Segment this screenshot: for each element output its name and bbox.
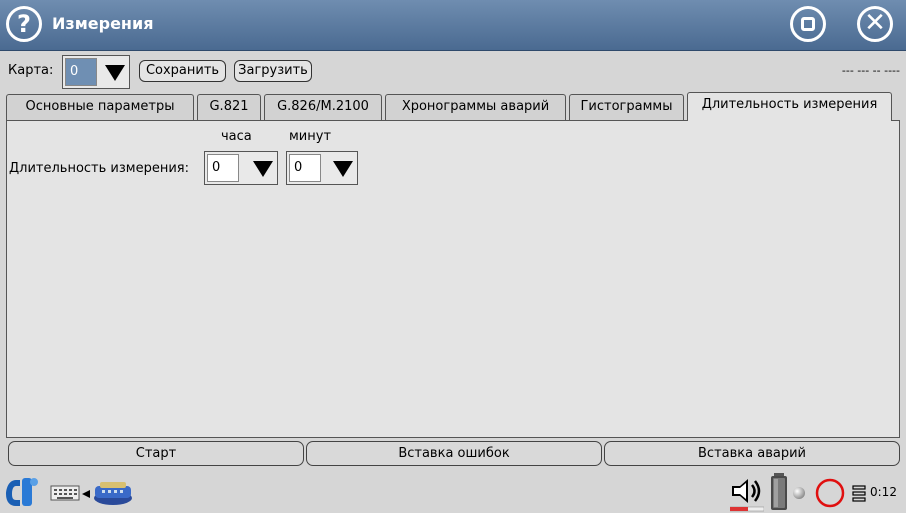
tab-g826[interactable]: G.826/M.2100: [264, 94, 382, 120]
taskbar: 0:12: [0, 470, 906, 513]
save-button[interactable]: Сохранить: [139, 60, 226, 82]
load-button[interactable]: Загрузить: [234, 60, 312, 82]
led-indicator-icon: [793, 487, 805, 499]
measurements-window: ? Измерения ✕ Карта: 0 Сохранить Загрузи…: [0, 0, 906, 513]
tab-panel: часа минут Длительность измерения: 0 0: [6, 120, 900, 438]
tab-measurement-duration[interactable]: Длительность измерения: [687, 92, 892, 121]
chevron-down-icon: [105, 65, 125, 81]
insert-alarms-button[interactable]: Вставка аварий: [604, 441, 900, 466]
close-icon[interactable]: ✕: [857, 6, 893, 42]
card-select-value: 0: [65, 58, 97, 86]
card-select[interactable]: 0: [62, 55, 130, 89]
help-icon[interactable]: ?: [6, 6, 42, 42]
tab-alarm-chronograms[interactable]: Хронограммы аварий: [385, 94, 566, 120]
minutes-select[interactable]: 0: [286, 151, 358, 185]
network-icon[interactable]: [92, 478, 134, 506]
minutes-header: минут: [289, 129, 332, 144]
battery-icon: [771, 473, 787, 510]
card-label: Карта:: [8, 63, 54, 78]
app-menu-icon[interactable]: [4, 476, 42, 508]
clock-text: 0:12: [870, 485, 897, 499]
tab-histograms[interactable]: Гистограммы: [569, 94, 684, 120]
toolbar: Карта: 0 Сохранить Загрузить --- --- -- …: [0, 50, 906, 92]
tab-main-parameters[interactable]: Основные параметры: [6, 94, 194, 120]
maximize-icon[interactable]: [790, 6, 826, 42]
tab-g821[interactable]: G.821: [197, 94, 261, 120]
insert-errors-button[interactable]: Вставка ошибок: [306, 441, 602, 466]
start-button[interactable]: Старт: [8, 441, 304, 466]
hours-header: часа: [221, 129, 252, 144]
status-text: --- --- -- ----: [841, 64, 900, 77]
scroll-arrow-icon[interactable]: [82, 490, 90, 498]
window-title: Измерения: [52, 14, 154, 33]
volume-level: [730, 506, 764, 512]
hours-select[interactable]: 0: [204, 151, 278, 185]
speaker-icon[interactable]: [728, 476, 764, 506]
minutes-select-value: 0: [289, 154, 321, 182]
hours-select-value: 0: [207, 154, 239, 182]
title-bar: ? Измерения ✕: [0, 0, 906, 51]
chevron-down-icon: [253, 161, 273, 177]
record-icon[interactable]: [814, 477, 846, 509]
tab-bar: Основные параметры G.821 G.826/M.2100 Хр…: [6, 92, 900, 121]
keyboard-icon[interactable]: [50, 485, 80, 501]
chevron-down-icon: [333, 161, 353, 177]
list-icon[interactable]: [852, 484, 866, 502]
duration-label: Длительность измерения:: [9, 161, 189, 176]
